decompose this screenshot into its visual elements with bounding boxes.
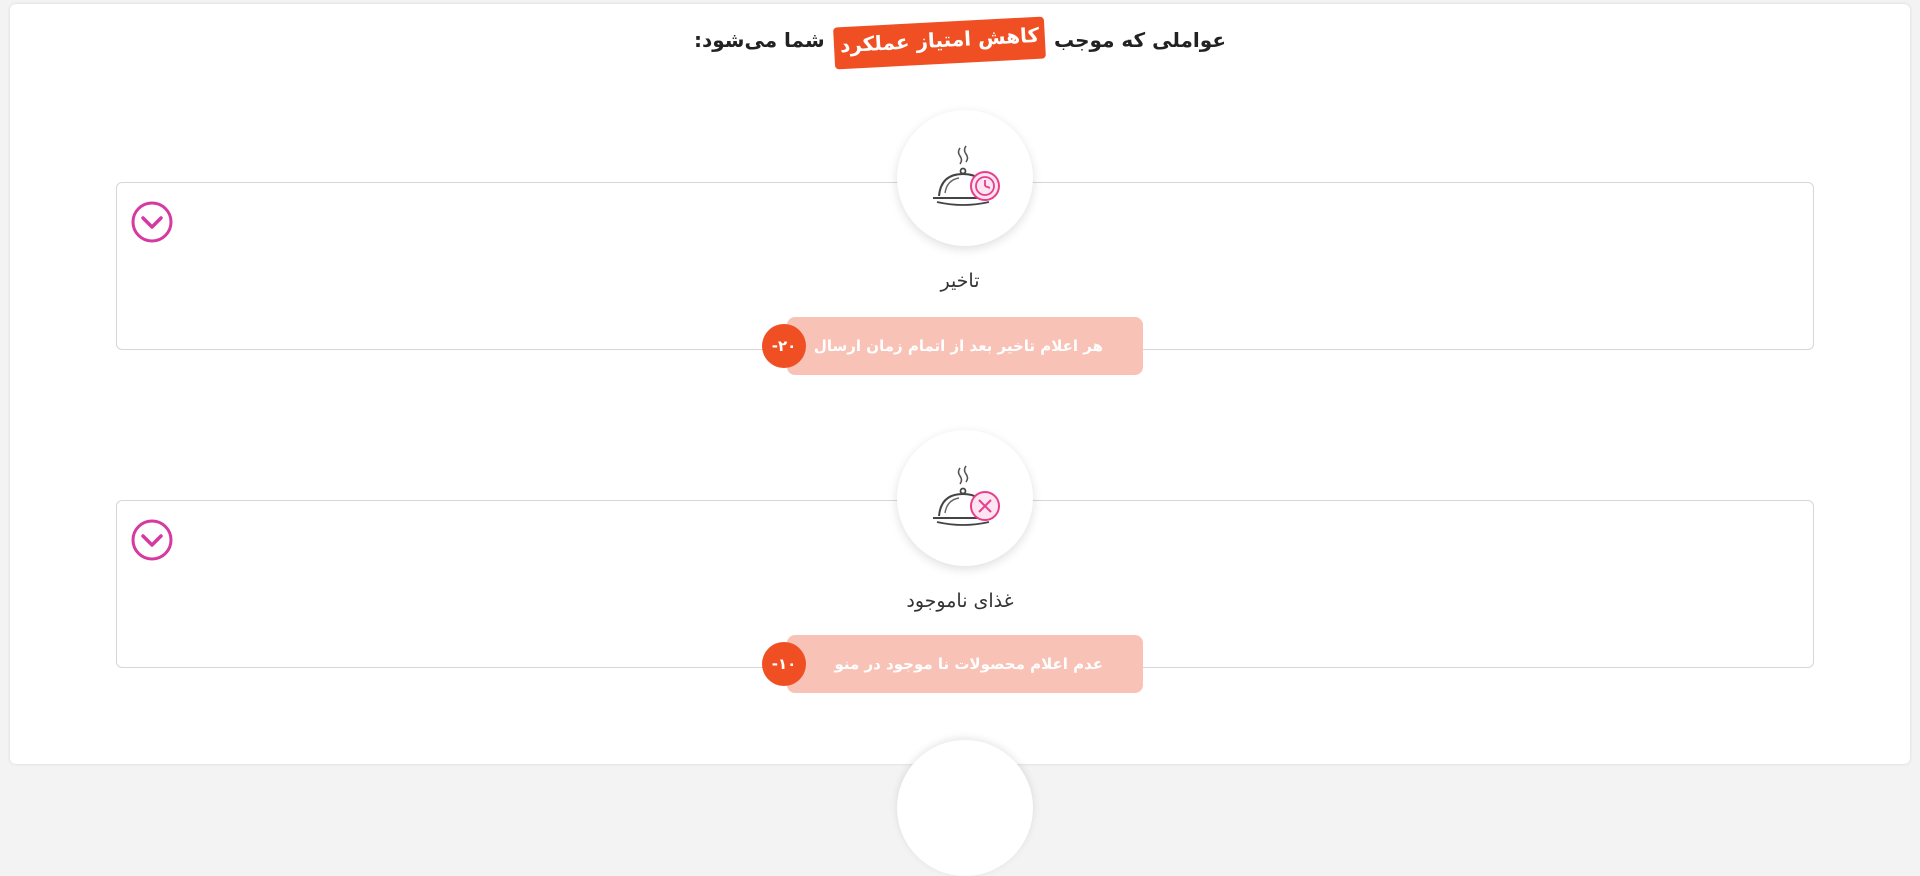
factor-description-delay: هر اعلام تاخیر بعد از اتمام زمان ارسال [813, 337, 1103, 355]
factor-description-pill-delay: هر اعلام تاخیر بعد از اتمام زمان ارسال [787, 317, 1143, 375]
factor-title-delay: تاخیر [940, 270, 980, 292]
expand-toggle-delay[interactable] [130, 200, 174, 244]
headline-highlight: کاهش امتیاز عملکرد [832, 16, 1046, 70]
page-headline: عواملی که موجب کاهش امتیاز عملکرد شما می… [0, 16, 1920, 70]
expand-toggle-unavailable-food[interactable] [130, 518, 174, 562]
factor-icon-delay [897, 110, 1033, 246]
factor-description-pill-unavailable-food: عدم اعلام محصولات نا موجود در منو [787, 635, 1143, 693]
chevron-down-icon [131, 201, 173, 243]
chevron-down-icon [131, 519, 173, 561]
headline-text-start: عواملی که موجب [1053, 28, 1226, 52]
factor-icon-unavailable-food [897, 430, 1033, 566]
factor-description-unavailable-food: عدم اعلام محصولات نا موجود در منو [834, 655, 1103, 673]
headline-text-end: شما می‌شود: [694, 28, 825, 52]
penalty-badge-delay: -۲۰ [762, 324, 806, 368]
penalty-badge-unavailable-food: -۱۰ [762, 642, 806, 686]
food-cloche-x-icon [933, 465, 1000, 526]
food-cloche-clock-icon [933, 145, 1000, 206]
factor-title-unavailable-food: غذای ناموجود [906, 590, 1014, 612]
factor-icon-next [897, 740, 1033, 876]
